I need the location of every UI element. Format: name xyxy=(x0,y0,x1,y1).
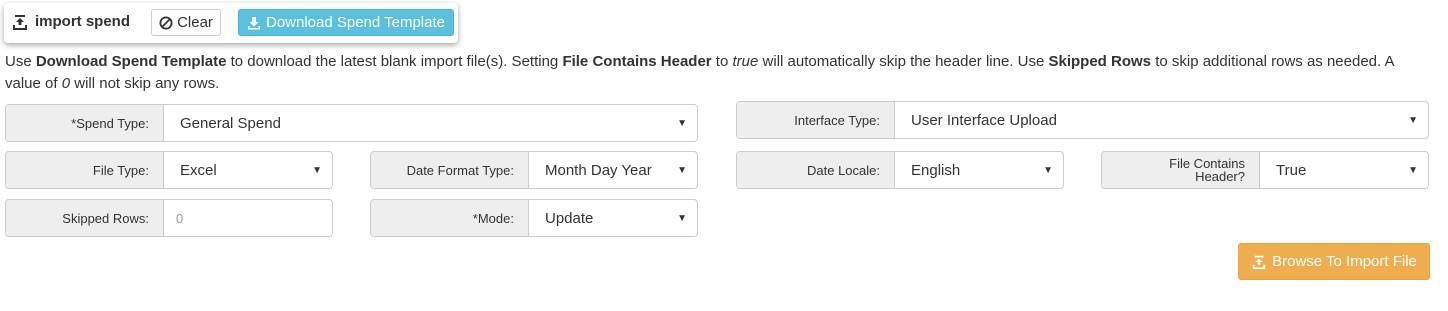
download-button-label: Download Spend Template xyxy=(265,14,445,31)
interface-type-select[interactable]: User Interface Upload ▼ xyxy=(895,102,1428,138)
desc-text: will automatically skip the header line.… xyxy=(758,53,1049,70)
caret-down-icon: ▼ xyxy=(677,213,687,224)
file-type-select[interactable]: Excel ▼ xyxy=(164,152,332,188)
desc-text: Use xyxy=(5,53,36,70)
desc-bold: File Contains Header xyxy=(562,53,712,70)
file-contains-header-value: True xyxy=(1276,161,1307,179)
caret-down-icon: ▼ xyxy=(1408,115,1418,126)
spend-type-label: *Spend Type: xyxy=(6,105,164,141)
spend-type-value: General Spend xyxy=(180,114,281,132)
caret-down-icon: ▼ xyxy=(312,165,322,176)
file-type-value: Excel xyxy=(180,161,217,179)
caret-down-icon: ▼ xyxy=(1408,165,1418,176)
mode-value: Update xyxy=(545,209,594,227)
date-format-type-group: Date Format Type: Month Day Year ▼ xyxy=(370,151,698,189)
date-locale-select[interactable]: English ▼ xyxy=(895,152,1063,188)
date-locale-label: Date Locale: xyxy=(737,152,895,188)
desc-italic: 0 xyxy=(61,75,71,92)
import-header-card: import spend Clear Download Spend Templa… xyxy=(4,3,458,43)
file-contains-header-group: File Contains Header? True ▼ xyxy=(1101,151,1429,189)
mode-select[interactable]: Update ▼ xyxy=(529,200,697,236)
file-type-group: File Type: Excel ▼ xyxy=(5,151,333,189)
interface-type-group: Interface Type: User Interface Upload ▼ xyxy=(736,101,1429,139)
interface-type-label: Interface Type: xyxy=(737,102,895,138)
ban-icon xyxy=(159,16,173,29)
date-format-type-value: Month Day Year xyxy=(545,161,652,179)
desc-bold: Download Spend Template xyxy=(35,53,227,70)
browse-to-import-file-button[interactable]: Browse To Import File xyxy=(1238,243,1430,280)
download-icon xyxy=(247,16,260,29)
caret-down-icon: ▼ xyxy=(677,118,687,129)
spend-type-select[interactable]: General Spend ▼ xyxy=(164,105,697,141)
upload-tray-icon xyxy=(13,15,27,30)
date-format-type-select[interactable]: Month Day Year ▼ xyxy=(529,152,697,188)
desc-italic: true xyxy=(732,53,759,70)
desc-text: to download the latest blank import file… xyxy=(226,53,563,70)
page-title: import spend xyxy=(35,13,131,30)
file-contains-header-label: File Contains Header? xyxy=(1102,152,1260,188)
upload-tray-icon xyxy=(1252,255,1266,269)
desc-text: to xyxy=(711,53,733,70)
instructions-text: Use Download Spend Template to download … xyxy=(5,51,1430,95)
mode-group: *Mode: Update ▼ xyxy=(370,199,698,237)
desc-text: will not skip any rows. xyxy=(70,75,220,92)
caret-down-icon: ▼ xyxy=(1043,165,1053,176)
skipped-rows-group: Skipped Rows: 0 xyxy=(5,199,333,237)
clear-button-label: Clear xyxy=(177,14,213,31)
caret-down-icon: ▼ xyxy=(677,165,687,176)
date-locale-group: Date Locale: English ▼ xyxy=(736,151,1064,189)
clear-button[interactable]: Clear xyxy=(151,9,221,36)
skipped-rows-input[interactable]: 0 xyxy=(164,200,332,236)
interface-type-value: User Interface Upload xyxy=(911,111,1057,129)
mode-label: *Mode: xyxy=(371,200,529,236)
date-format-type-label: Date Format Type: xyxy=(371,152,529,188)
browse-button-label: Browse To Import File xyxy=(1272,253,1417,270)
desc-bold: Skipped Rows xyxy=(1048,53,1152,70)
date-locale-value: English xyxy=(911,161,961,179)
download-spend-template-button[interactable]: Download Spend Template xyxy=(238,9,454,36)
file-contains-header-select[interactable]: True ▼ xyxy=(1260,152,1428,188)
skipped-rows-placeholder: 0 xyxy=(176,210,184,226)
skipped-rows-label: Skipped Rows: xyxy=(6,200,164,236)
file-type-label: File Type: xyxy=(6,152,164,188)
spend-type-group: *Spend Type: General Spend ▼ xyxy=(5,104,698,142)
